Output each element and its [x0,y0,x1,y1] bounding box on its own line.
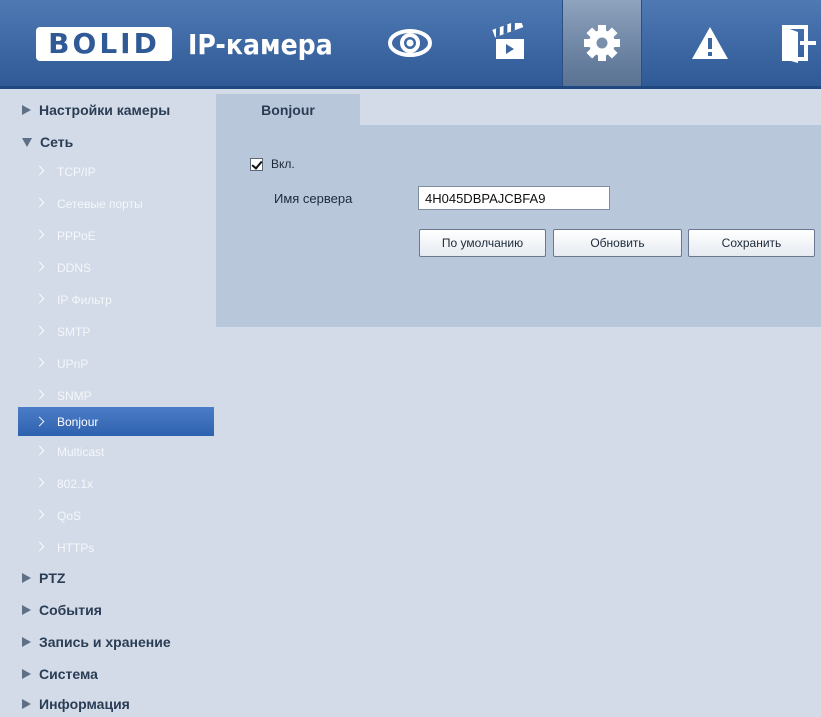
sidebar-item-https[interactable]: HTTPs [18,535,214,561]
sidebar-item-8021x[interactable]: 802.1x [18,471,214,497]
expand-arrow-icon [22,105,31,115]
chevron-right-icon [34,293,45,304]
server-name-input[interactable] [418,186,610,210]
chevron-right-icon [34,357,45,368]
sidebar-group-label: События [39,602,102,618]
sidebar-item-bonjour[interactable]: Bonjour [18,407,214,436]
sidebar-item-label: Bonjour [57,414,99,429]
sidebar-item-ip-filter[interactable]: IP Фильтр [18,287,214,313]
warning-icon [692,27,728,59]
chevron-right-icon [34,165,45,176]
sidebar-item-multicast[interactable]: Multicast [18,439,214,465]
sidebar-group-information[interactable]: Информация [0,689,214,717]
top-header: BOLID IP-камера [0,0,821,89]
default-button[interactable]: По умолчанию [419,229,546,257]
sidebar-item-tcpip[interactable]: TCP/IP [18,159,214,185]
sidebar-item-label: IP Фильтр [57,293,112,307]
sidebar-item-network-ports[interactable]: Сетевые порты [18,191,214,217]
chevron-right-icon [34,509,45,520]
chevron-right-icon [34,445,45,456]
sidebar-group-record-storage[interactable]: Запись и хранение [0,627,214,657]
tab-bonjour[interactable]: Bonjour [216,94,360,125]
logo-text: BOLID [48,27,160,60]
sidebar-item-label: UPnP [57,357,89,371]
sidebar-group-label: Настройки камеры [39,102,171,118]
sidebar-item-label: DDNS [57,261,92,275]
sidebar-item-smtp[interactable]: SMTP [18,319,214,345]
refresh-button[interactable]: Обновить [553,229,682,257]
chevron-right-icon [34,197,45,208]
gear-icon [584,25,620,61]
chevron-right-icon [34,477,45,488]
nav-settings-button[interactable] [562,0,642,86]
expand-arrow-icon [22,669,31,679]
logo-box: BOLID [36,27,172,61]
sidebar-group-camera-settings[interactable]: Настройки камеры [0,95,214,125]
sidebar-group-label: PTZ [39,570,66,586]
server-name-label: Имя сервера [274,191,353,206]
sidebar-item-label: QoS [57,509,82,523]
sidebar-item-label: PPPoE [57,229,96,243]
chevron-right-icon [34,389,45,400]
nav-alarm-button[interactable] [670,0,750,86]
chevron-right-icon [34,541,45,552]
sidebar-item-snmp[interactable]: SNMP [18,383,214,409]
chevron-right-icon [34,229,45,240]
save-button[interactable]: Сохранить [688,229,815,257]
sidebar-item-ddns[interactable]: DDNS [18,255,214,281]
expand-arrow-icon [22,605,31,615]
app-title: IP-камера [188,28,333,61]
sidebar-item-label: HTTPs [57,541,95,555]
collapse-arrow-icon [22,137,32,147]
enable-checkbox[interactable] [250,157,263,171]
nav-live-view-button[interactable] [370,0,450,86]
sidebar-item-label: Multicast [57,445,105,459]
sidebar-item-label: Сетевые порты [57,197,143,211]
sidebar-group-label: Сеть [40,134,74,150]
sidebar-item-label: SMTP [57,325,91,339]
expand-arrow-icon [22,573,31,583]
sidebar-group-events[interactable]: События [0,595,214,625]
chevron-right-icon [34,325,45,336]
eye-icon [388,29,432,57]
chevron-right-icon [34,261,45,272]
sidebar-item-label: 802.1x [57,477,94,491]
sidebar-group-ptz[interactable]: PTZ [0,563,214,593]
nav-logout-button[interactable] [780,0,821,86]
sidebar-group-label: Запись и хранение [39,634,171,650]
expand-arrow-icon [22,637,31,647]
exit-icon [782,25,816,63]
sidebar-group-system[interactable]: Система [0,659,214,689]
sidebar-item-pppoe[interactable]: PPPoE [18,223,214,249]
sidebar-item-qos[interactable]: QoS [18,503,214,529]
expand-arrow-icon [22,699,31,709]
sidebar-group-network[interactable]: Сеть [0,127,214,157]
sidebar-item-label: TCP/IP [57,165,96,179]
logo: BOLID [36,26,172,62]
sidebar-item-label: SNMP [57,389,92,403]
nav-playback-button[interactable] [470,0,550,86]
settings-panel [216,125,821,327]
enable-row: Вкл. [250,157,295,171]
chevron-right-icon [34,416,45,427]
clapperboard-icon [492,23,524,59]
sidebar-group-label: Информация [39,696,130,712]
sidebar-group-label: Система [39,666,98,682]
enable-label: Вкл. [271,157,295,171]
sidebar-item-upnp[interactable]: UPnP [18,351,214,377]
